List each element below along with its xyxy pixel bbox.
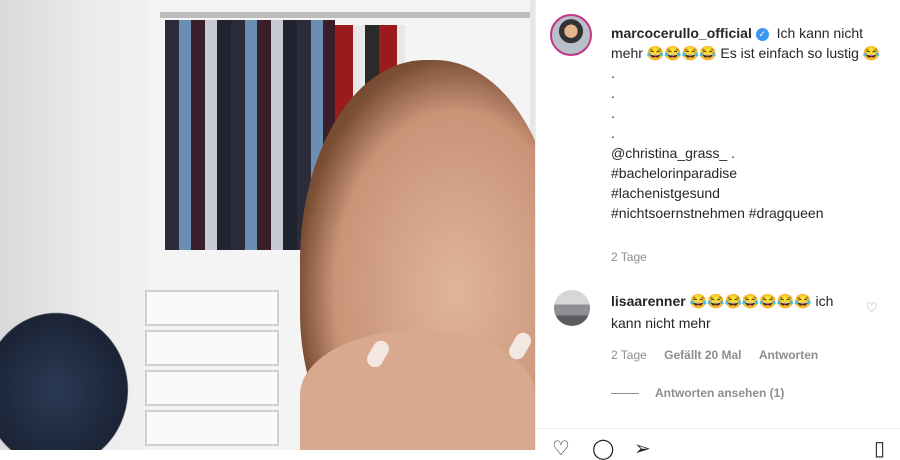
hashtag[interactable]: #lachenistgesund: [611, 183, 881, 203]
post-time[interactable]: 2 Tage: [611, 250, 647, 264]
post-side-panel: marcocerullo_official ✓ Ich kann nicht m…: [535, 0, 900, 459]
author-username[interactable]: marcocerullo_official: [611, 25, 752, 41]
clothes-rod: [160, 12, 530, 18]
drawer: [145, 290, 279, 326]
comment-likes[interactable]: Gefällt 20 Mal: [664, 348, 741, 362]
action-bar: ♡ ◯ ➢ ▯: [536, 428, 900, 459]
drawer: [145, 410, 279, 446]
comment-icon[interactable]: ◯: [592, 439, 614, 459]
comment: lisaarenner 😂😂😂😂😂😂😂 ich kann nicht mehr: [611, 290, 861, 334]
bookmark-icon[interactable]: ▯: [874, 439, 885, 459]
hand-over-mouth: [300, 330, 535, 450]
verified-icon: ✓: [755, 28, 769, 41]
commenter-avatar[interactable]: [554, 290, 590, 326]
comment-meta: 2 Tage Gefällt 20 Mal Antworten: [611, 348, 832, 362]
drawer: [145, 330, 279, 366]
heart-icon[interactable]: ♡: [552, 439, 570, 459]
hashtag[interactable]: #nichtsoernstnehmen #dragqueen: [611, 203, 881, 223]
share-icon[interactable]: ➢: [634, 439, 651, 459]
author-avatar[interactable]: [550, 14, 592, 56]
caption-mention[interactable]: @christina_grass_ .: [611, 143, 881, 163]
comment-time[interactable]: 2 Tage: [611, 348, 647, 362]
reply-button[interactable]: Antworten: [759, 348, 818, 362]
caption-line: .: [611, 85, 615, 101]
divider: [611, 393, 639, 395]
hashtag[interactable]: #bachelorinparadise: [611, 163, 881, 183]
commenter-username[interactable]: lisaarenner: [611, 293, 686, 309]
post-caption: marcocerullo_official ✓ Ich kann nicht m…: [611, 23, 881, 223]
view-replies-label: Antworten ansehen (1): [655, 386, 785, 400]
post-video[interactable]: [0, 0, 535, 450]
background-person: [0, 300, 140, 450]
drawer: [145, 370, 279, 406]
caption-line: .: [611, 125, 615, 141]
view-replies-button[interactable]: Antworten ansehen (1): [611, 386, 784, 400]
caption-line: .: [611, 105, 615, 121]
comment-like-heart-icon[interactable]: ♡: [866, 300, 878, 316]
